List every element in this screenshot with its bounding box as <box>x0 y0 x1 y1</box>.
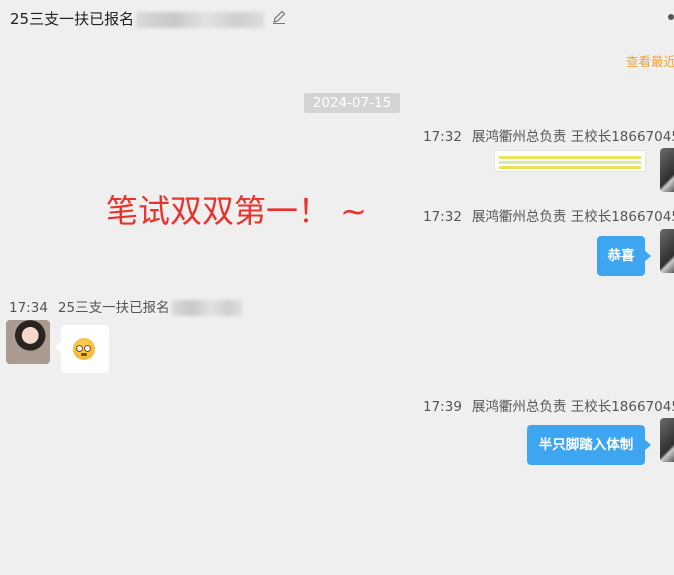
more-icon[interactable] <box>668 14 674 20</box>
message-meta: 17:32 展鸿衢州总负责 王校长18667045 <box>423 205 674 225</box>
redacted-text <box>136 11 265 28</box>
message-sender: 展鸿衢州总负责 王校长18667045 <box>471 209 674 225</box>
message-sender: 展鸿衢州总负责 王校长18667045 <box>471 399 674 415</box>
message-sender: 展鸿衢州总负责 王校长18667045 <box>471 129 674 145</box>
image-message[interactable] <box>494 150 646 172</box>
view-recent-link[interactable]: 查看最近 <box>626 51 674 70</box>
date-divider: 2024-07-15 <box>304 93 400 113</box>
message-bubble[interactable]: 半只脚踏入体制 <box>527 425 651 465</box>
message-time: 17:32 <box>423 129 462 145</box>
avatar[interactable] <box>660 418 674 462</box>
message-time: 17:34 <box>9 300 48 316</box>
chat-header: 25三支一扶已报名 <box>0 0 674 34</box>
avatar[interactable] <box>660 229 674 273</box>
message-sender: 25三支一扶已报名 <box>57 300 170 316</box>
message-time: 17:39 <box>423 399 462 415</box>
message-meta: 17:34 25三支一扶已报名 <box>9 296 242 316</box>
edit-icon[interactable] <box>271 9 287 25</box>
chat-title[interactable]: 25三支一扶已报名 <box>10 8 265 29</box>
emoji-icon <box>73 338 95 360</box>
avatar[interactable] <box>6 320 50 364</box>
message-time: 17:32 <box>423 209 462 225</box>
message-meta: 17:39 展鸿衢州总负责 王校长18667045 <box>423 395 674 415</box>
message-bubble[interactable]: 恭喜 <box>597 236 651 276</box>
overlay-caption: 笔试双双第一！ ~ <box>106 192 367 230</box>
emoji-message[interactable] <box>55 325 109 373</box>
message-meta: 17:32 展鸿衢州总负责 王校长18667045 <box>423 125 674 145</box>
redacted-text <box>171 300 242 316</box>
avatar[interactable] <box>660 148 674 192</box>
